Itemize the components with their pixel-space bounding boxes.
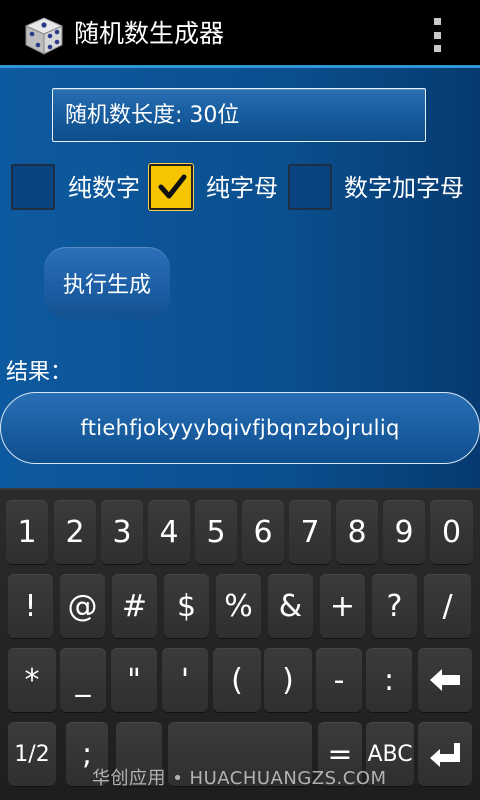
key-ampersand[interactable]: & [268, 574, 313, 638]
key-hash[interactable]: # [112, 574, 157, 638]
key-question[interactable]: ? [372, 574, 417, 638]
result-label: 结果： [6, 360, 73, 385]
checkbox-digits-letters-label[interactable]: 数字加字母 [344, 172, 464, 204]
key-3[interactable]: 3 [101, 500, 143, 564]
generate-button[interactable]: 执行生成 [44, 247, 170, 319]
key-single-quote[interactable]: ' [162, 648, 208, 712]
length-setting-field[interactable]: 随机数长度: 30位 [52, 88, 426, 142]
key-8[interactable]: 8 [336, 500, 378, 564]
key-colon[interactable]: : [366, 648, 412, 712]
backspace-key[interactable] [418, 648, 472, 712]
key-exclamation[interactable]: ! [8, 574, 53, 638]
key-right-paren[interactable]: ) [264, 648, 312, 712]
key-page-toggle[interactable]: 1/2 [8, 722, 56, 786]
key-plus[interactable]: + [320, 574, 365, 638]
key-9[interactable]: 9 [383, 500, 425, 564]
backspace-arrow-icon [430, 669, 460, 691]
key-at[interactable]: @ [60, 574, 105, 638]
key-minus[interactable]: - [316, 648, 362, 712]
overflow-menu-icon[interactable] [425, 18, 449, 52]
key-asterisk[interactable]: * [8, 648, 56, 712]
soft-keyboard: 1 2 3 4 5 6 7 8 9 0 ! @ # $ % & + ? / * … [0, 488, 480, 800]
key-dollar[interactable]: $ [164, 574, 209, 638]
enter-icon [430, 743, 460, 767]
result-field[interactable]: ftiehfjokyyybqivfjbqnzbojruliq [0, 392, 480, 464]
key-underscore[interactable]: _ [60, 648, 106, 712]
main-content: 随机数长度: 30位 纯数字 纯字母 数字加字母 执行生成 结果： ftiehf… [0, 68, 480, 488]
title-bar: 随机数生成器 [0, 0, 480, 68]
checkbox-digits-only[interactable] [11, 164, 55, 210]
checkbox-letters-only[interactable] [149, 164, 193, 210]
key-left-paren[interactable]: ( [213, 648, 261, 712]
key-4[interactable]: 4 [148, 500, 190, 564]
key-0[interactable]: 0 [430, 500, 473, 564]
checkmark-icon [158, 174, 187, 199]
watermark-text: 华创应用 • HUACHUANGZS.COM [92, 768, 387, 789]
key-7[interactable]: 7 [289, 500, 331, 564]
key-6[interactable]: 6 [242, 500, 284, 564]
checkbox-digits-letters[interactable] [288, 164, 332, 210]
key-double-quote[interactable]: " [111, 648, 157, 712]
dice-icon [20, 12, 66, 58]
app-title: 随机数生成器 [74, 19, 225, 48]
key-percent[interactable]: % [216, 574, 261, 638]
key-slash[interactable]: / [424, 574, 471, 638]
key-2[interactable]: 2 [54, 500, 96, 564]
key-5[interactable]: 5 [195, 500, 237, 564]
length-setting-label: 随机数长度: 30位 [65, 103, 240, 128]
enter-key[interactable] [418, 722, 472, 786]
key-1[interactable]: 1 [6, 500, 48, 564]
checkbox-letters-only-label[interactable]: 纯字母 [206, 172, 278, 204]
checkbox-digits-only-label[interactable]: 纯数字 [68, 172, 140, 204]
